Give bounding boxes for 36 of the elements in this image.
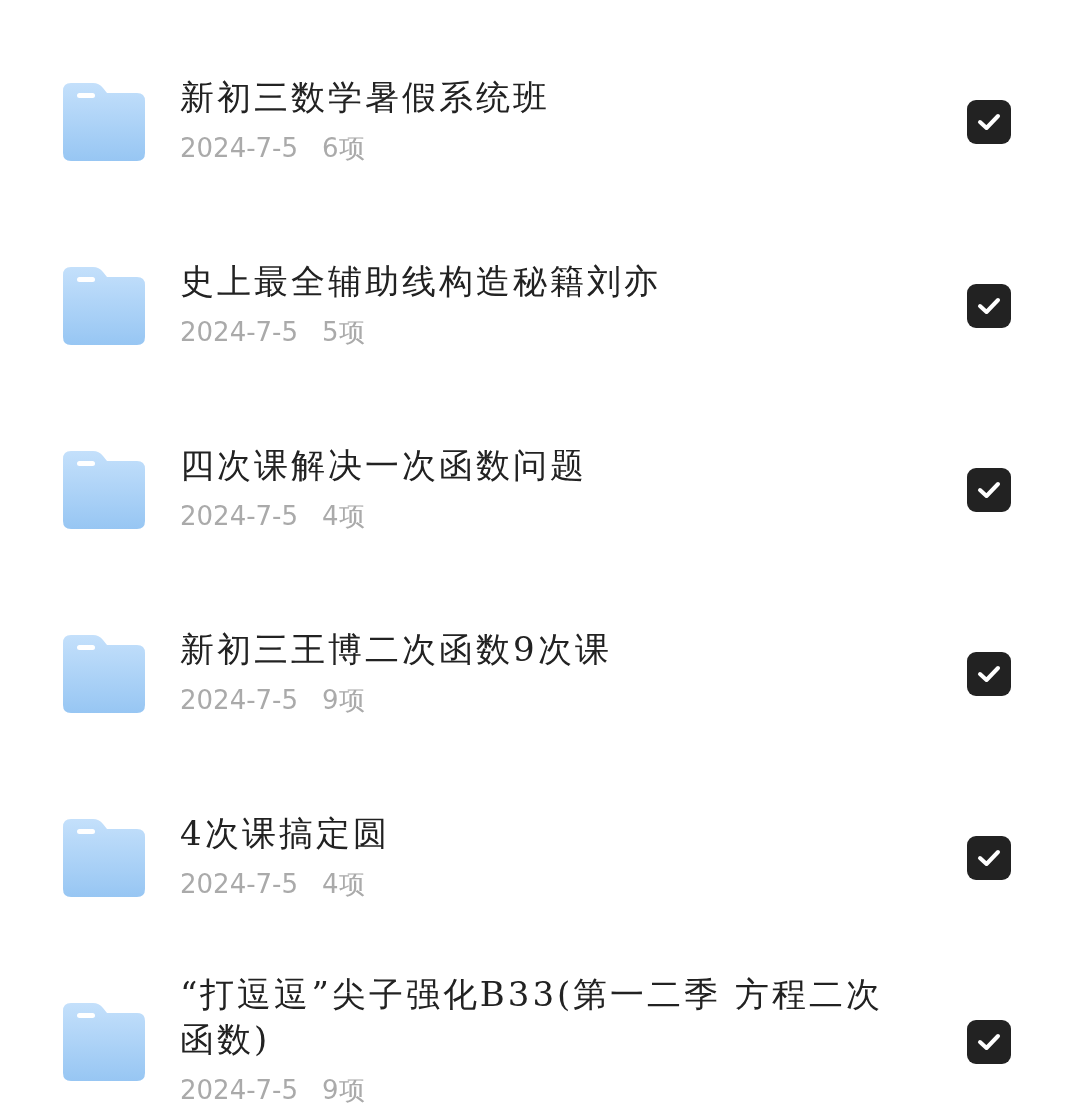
folder-title: 史上最全辅助线构造秘籍刘亦 xyxy=(180,259,662,303)
folder-icon xyxy=(63,451,145,529)
checkmark-icon xyxy=(977,480,1001,500)
checkbox[interactable] xyxy=(967,284,1011,328)
checkbox[interactable] xyxy=(967,100,1011,144)
folder-title: “打逗逗”尖子强化B33(第一二季 方程二次函数) xyxy=(180,973,885,1061)
folder-icon xyxy=(63,819,145,897)
folder-title: 新初三数学暑假系统班 xyxy=(180,75,551,119)
checkmark-icon xyxy=(977,1032,1001,1052)
folder-date: 2024-7-5 xyxy=(180,867,298,901)
item-count: 6项 xyxy=(322,131,365,165)
item-count: 4项 xyxy=(322,499,365,533)
checkbox[interactable] xyxy=(967,652,1011,696)
item-count: 9项 xyxy=(322,1074,365,1107)
folder-icon xyxy=(63,83,145,161)
checkmark-icon xyxy=(977,112,1001,132)
folder-date: 2024-7-5 xyxy=(180,315,298,349)
checkmark-icon xyxy=(977,664,1001,684)
folder-title: 4次课搞定圆 xyxy=(180,811,391,855)
folder-title: 四次课解决一次函数问题 xyxy=(180,443,588,487)
checkbox[interactable] xyxy=(967,836,1011,880)
folder-icon xyxy=(63,267,145,345)
folder-date: 2024-7-5 xyxy=(180,131,298,165)
item-count: 4项 xyxy=(322,867,365,901)
folder-icon xyxy=(63,635,145,713)
folder-date: 2024-7-5 xyxy=(180,683,298,717)
checkmark-icon xyxy=(977,296,1001,316)
checkmark-icon xyxy=(977,848,1001,868)
item-count: 5项 xyxy=(322,315,365,349)
checkbox[interactable] xyxy=(967,468,1011,512)
folder-icon xyxy=(63,1003,145,1081)
folder-date: 2024-7-5 xyxy=(180,1074,298,1107)
folder-title: 新初三王博二次函数9次课 xyxy=(180,627,613,671)
folder-date: 2024-7-5 xyxy=(180,499,298,533)
item-count: 9项 xyxy=(322,683,365,717)
checkbox[interactable] xyxy=(967,1020,1011,1064)
